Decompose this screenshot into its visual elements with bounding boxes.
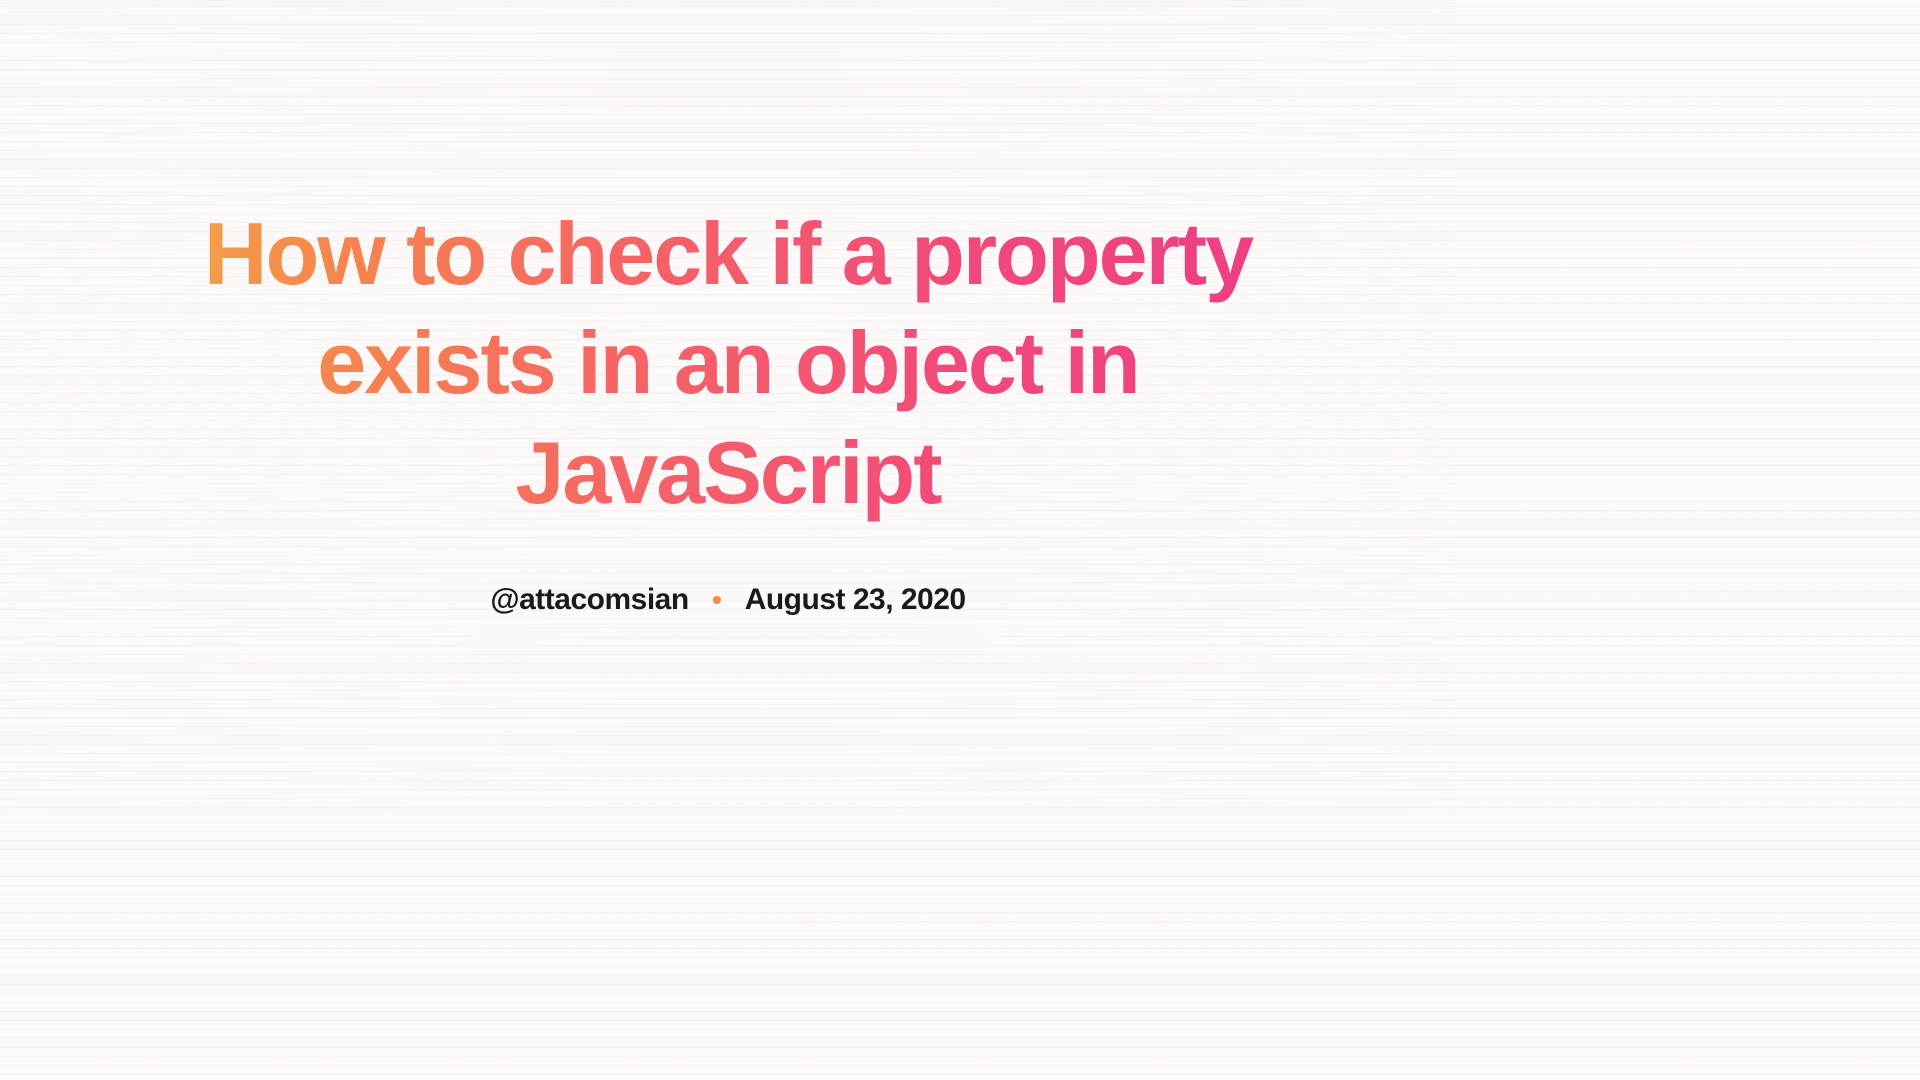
author-handle: @attacomsian [490,583,688,617]
dot-separator-icon [713,596,721,604]
article-title: How to check if a property exists in an … [168,199,1288,526]
article-date: August 23, 2020 [745,583,966,617]
article-meta: @attacomsian August 23, 2020 [168,583,1288,617]
article-card: How to check if a property exists in an … [128,199,1328,616]
